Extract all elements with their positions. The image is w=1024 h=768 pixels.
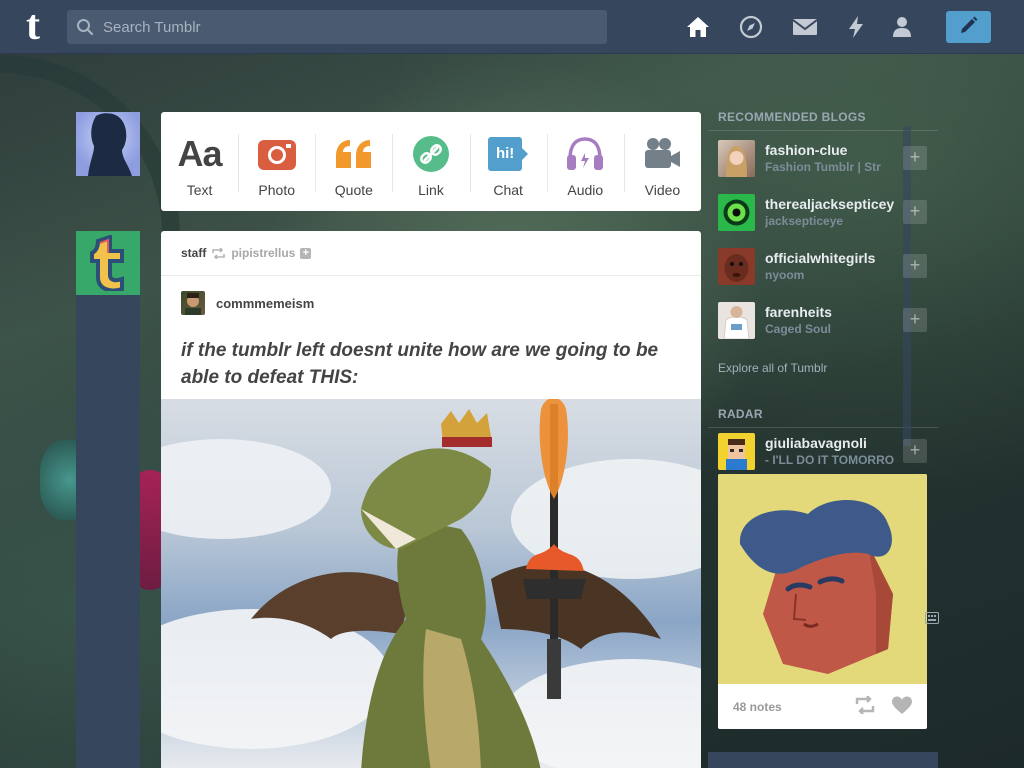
follow-blog-button[interactable]: + <box>903 308 927 332</box>
staff-avatar[interactable] <box>76 231 140 295</box>
post-image[interactable] <box>161 399 701 768</box>
post-type-link[interactable]: Link <box>392 112 469 211</box>
post-type-photo[interactable]: Photo <box>238 112 315 211</box>
blog-avatar <box>718 139 755 177</box>
camera-icon <box>257 132 296 176</box>
trail-avatar[interactable] <box>181 291 205 315</box>
reblog-trail: commmemeism <box>161 276 701 315</box>
staff-avatar-rail <box>76 295 140 768</box>
follow-blog-button[interactable]: + <box>903 254 927 278</box>
search-bar[interactable] <box>67 10 607 44</box>
sidebar-bottom-panel <box>708 752 938 768</box>
post-type-label: Chat <box>493 181 523 198</box>
recommended-blog-item[interactable]: officialwhitegirls nyoom + <box>708 239 938 293</box>
post-type-bar: Aa Text Photo Quote Link hi! Chat Audio … <box>161 112 701 211</box>
blog-name[interactable]: officialwhitegirls <box>765 250 903 266</box>
right-sidebar: RECOMMENDED BLOGS fashion-clue Fashion T… <box>708 104 938 729</box>
notes-count[interactable]: 48 notes <box>733 700 782 714</box>
quote-icon <box>334 132 374 176</box>
radar-blog-item[interactable]: giuliabavagnoli - I'LL DO IT TOMORRO + <box>708 428 938 474</box>
link-icon <box>412 132 450 176</box>
blog-subtitle: jacksepticeye <box>765 214 844 228</box>
post-type-chat[interactable]: hi! Chat <box>469 112 547 211</box>
blog-subtitle: - I'LL DO IT TOMORRO <box>765 453 895 467</box>
post-type-label: Audio <box>567 181 604 198</box>
text-icon: Aa <box>177 132 223 174</box>
blog-avatar <box>718 301 755 339</box>
post-type-text[interactable]: Aa Text <box>161 112 238 211</box>
blog-avatar <box>718 247 755 285</box>
reblog-icon[interactable] <box>854 695 876 719</box>
blog-name[interactable]: fashion-clue <box>765 142 903 158</box>
follow-blog-button[interactable]: + <box>903 146 927 170</box>
radar-post-image[interactable] <box>718 474 927 684</box>
activity-icon[interactable] <box>843 14 869 40</box>
search-input[interactable] <box>103 18 593 36</box>
post-type-quote[interactable]: Quote <box>315 112 392 211</box>
user-avatar[interactable] <box>76 112 140 176</box>
cartoon-face-illustration <box>739 500 893 674</box>
blog-avatar <box>718 432 755 470</box>
blog-name[interactable]: farenheits <box>765 304 903 320</box>
blog-subtitle: Fashion Tumblr | Str <box>765 160 881 174</box>
post-type-audio[interactable]: Audio <box>546 112 624 211</box>
dragon-king-illustration <box>161 399 701 768</box>
blog-subtitle: nyoom <box>765 268 805 282</box>
tumblr-t-icon <box>90 235 124 291</box>
account-icon[interactable] <box>889 14 915 40</box>
follow-blog-button[interactable]: + <box>903 200 927 224</box>
reblogged-from-link[interactable]: pipistrellus <box>231 246 295 260</box>
post-author-link[interactable]: staff <box>181 246 206 260</box>
post-type-label: Link <box>418 181 444 198</box>
post-type-label: Photo <box>258 181 295 198</box>
blog-avatar <box>718 193 755 231</box>
post-type-label: Text <box>186 181 213 198</box>
recommended-blog-item[interactable]: fashion-clue Fashion Tumblr | Str + <box>708 131 938 185</box>
inbox-icon[interactable] <box>792 14 818 40</box>
top-nav-bar: t <box>0 0 1024 54</box>
radar-post: 48 notes <box>718 474 927 729</box>
compose-button[interactable] <box>946 11 991 43</box>
post-type-label: Quote <box>334 181 373 198</box>
blog-name[interactable]: giuliabavagnoli <box>765 435 903 451</box>
post-type-video[interactable]: Video <box>623 112 701 211</box>
keyboard-icon[interactable] <box>925 611 939 624</box>
follow-plus-icon[interactable]: + <box>300 247 312 259</box>
recommended-blog-item[interactable]: farenheits Caged Soul + <box>708 293 938 347</box>
post-header: staff pipistrellus + <box>161 231 701 276</box>
recommended-blog-item[interactable]: therealjacksepticey jacksepticeye + <box>708 185 938 239</box>
radar-post-footer: 48 notes <box>718 684 927 729</box>
chat-icon: hi! <box>488 132 529 176</box>
heart-icon[interactable] <box>891 696 913 720</box>
search-icon <box>67 18 103 36</box>
trail-author-link[interactable]: commmemeism <box>216 296 314 311</box>
video-camera-icon <box>643 132 681 176</box>
pencil-icon <box>959 15 979 40</box>
headphones-icon <box>566 132 604 176</box>
home-icon[interactable] <box>685 14 711 40</box>
follow-blog-button[interactable]: + <box>903 439 927 463</box>
post-type-label: Video <box>644 181 681 198</box>
blog-name[interactable]: therealjacksepticey <box>765 196 903 212</box>
reblog-icon <box>211 247 226 259</box>
tumblr-logo[interactable]: t <box>14 5 52 47</box>
explore-icon[interactable] <box>738 14 764 40</box>
post-body-text: if the tumblr left doesnt unite how are … <box>181 340 659 388</box>
dashboard-post: staff pipistrellus + commmemeism if the … <box>161 231 701 768</box>
silhouette-icon <box>88 113 132 176</box>
blog-subtitle: Caged Soul <box>765 322 832 336</box>
